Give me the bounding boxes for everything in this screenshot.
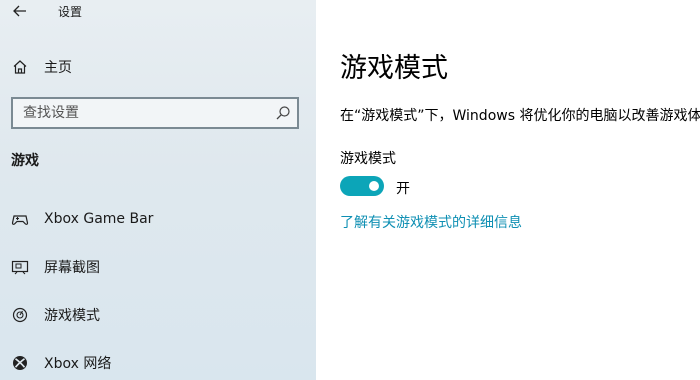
game-mode-icon: [11, 306, 29, 324]
title-bar: 设置: [0, 0, 316, 24]
learn-more-link[interactable]: 了解有关游戏模式的详细信息: [340, 212, 522, 232]
sidebar-item-label: Xbox Game Bar: [44, 211, 154, 227]
sidebar-item-game-mode[interactable]: 游戏模式: [0, 298, 316, 332]
game-mode-toggle[interactable]: [340, 176, 384, 196]
app-title: 设置: [58, 5, 83, 19]
sidebar-item-xbox-network[interactable]: Xbox 网络: [0, 346, 316, 380]
game-mode-setting-label: 游戏模式: [340, 151, 396, 167]
sidebar-item-xbox-game-bar[interactable]: Xbox Game Bar: [0, 202, 316, 236]
toggle-state-label: 开: [396, 181, 410, 197]
sidebar: 设置 主页 游戏: [0, 0, 316, 380]
home-icon: [11, 58, 29, 76]
search-icon[interactable]: [275, 105, 291, 121]
search-input[interactable]: [23, 105, 273, 121]
sidebar-item-label: 主页: [44, 60, 72, 76]
search-box: [11, 97, 299, 129]
sidebar-item-label: 游戏模式: [44, 308, 100, 324]
sidebar-item-screenshots[interactable]: 屏幕截图: [0, 250, 316, 284]
back-arrow-icon: [13, 5, 26, 17]
sidebar-item-label: Xbox 网络: [44, 356, 112, 372]
main-content: 游戏模式 在“游戏模式”下，Windows 将优化你的电脑以改善游戏体验 游戏模…: [316, 0, 700, 380]
controller-icon: [11, 210, 29, 228]
back-button[interactable]: [6, 0, 34, 22]
sidebar-item-home[interactable]: 主页: [0, 52, 316, 82]
sidebar-item-label: 屏幕截图: [44, 260, 100, 276]
toggle-knob: [369, 181, 379, 191]
screen-capture-icon: [11, 258, 29, 276]
xbox-icon: [11, 354, 29, 372]
section-heading: 游戏: [11, 153, 39, 169]
description-text: 在“游戏模式”下，Windows 将优化你的电脑以改善游戏体验: [340, 108, 700, 124]
settings-window: 设置 主页 游戏: [0, 0, 700, 380]
page-title: 游戏模式: [340, 53, 448, 84]
